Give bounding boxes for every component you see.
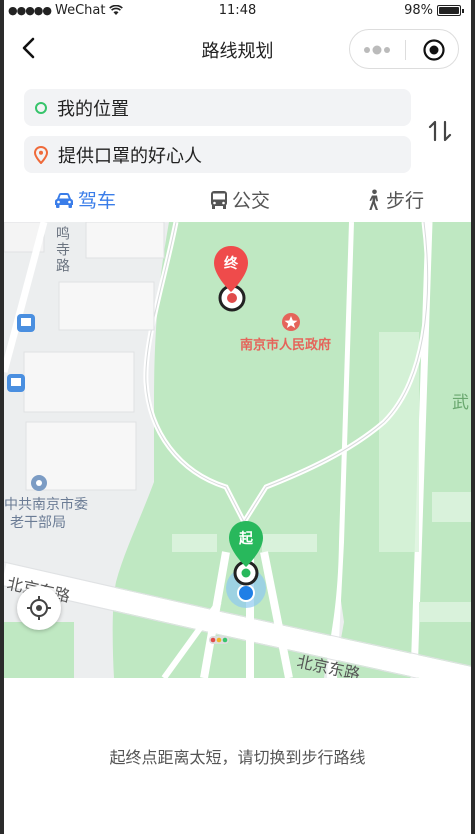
poi-label-government: 南京市人民政府 <box>240 338 332 353</box>
start-dot-icon <box>35 101 47 114</box>
navigation-bar: 路线规划 <box>4 26 471 72</box>
walk-icon <box>369 189 378 210</box>
route-map[interactable]: 鸣寺路 南京市人民政府 中共南京市委 老干部局 武 北京东路 北京东路 终 起 <box>4 222 471 678</box>
poi-label-committee-2: 老干部局 <box>10 515 66 531</box>
tab-bus[interactable]: 公交 <box>210 186 270 213</box>
edge-label: 武 <box>452 393 469 413</box>
tab-drive[interactable]: 驾车 <box>54 186 116 213</box>
end-marker[interactable]: 终 <box>212 244 250 298</box>
start-marker-text: 起 <box>239 531 253 547</box>
travel-mode-tabs: 驾车 公交 步行 <box>4 186 471 222</box>
start-location-text: 我的位置 <box>57 98 129 120</box>
end-location-field[interactable]: 提供口罩的好心人 <box>24 136 411 173</box>
battery-level <box>439 7 459 14</box>
status-bar: ●●●●● WeChat 11:48 98% <box>4 0 471 22</box>
start-marker[interactable]: 起 <box>227 519 265 573</box>
mini-program-screen: ●●●●● WeChat 11:48 98% 路线规划 我的位置 提供口罩的好心… <box>4 0 471 834</box>
tab-walk-label: 步行 <box>386 190 425 212</box>
tab-bus-label: 公交 <box>232 190 271 212</box>
capsule-menu <box>349 29 459 69</box>
poi-label-committee-1: 中共南京市委 <box>4 497 88 513</box>
battery-icon <box>437 5 464 16</box>
target-circle-icon[interactable] <box>422 38 446 62</box>
status-time: 11:48 <box>218 3 257 18</box>
car-icon <box>55 192 73 208</box>
crosshair-icon <box>27 596 51 620</box>
battery-percent: 98% <box>404 3 433 18</box>
route-hint-message: 起终点距离太短，请切换到步行路线 <box>109 748 366 767</box>
locate-me-button[interactable] <box>17 586 61 630</box>
more-dots-icon[interactable] <box>362 40 392 60</box>
swap-direction-icon[interactable] <box>427 118 453 144</box>
end-marker-text: 终 <box>224 256 238 272</box>
end-location-text: 提供口罩的好心人 <box>58 145 202 167</box>
capsule-divider <box>405 40 406 60</box>
destination-pin-icon <box>34 145 48 164</box>
road-label-mingsi: 鸣寺路 <box>54 226 70 274</box>
bus-icon <box>211 190 227 209</box>
tab-drive-label: 驾车 <box>78 190 117 212</box>
tab-walk[interactable]: 步行 <box>366 186 424 213</box>
start-location-field[interactable]: 我的位置 <box>24 89 411 126</box>
